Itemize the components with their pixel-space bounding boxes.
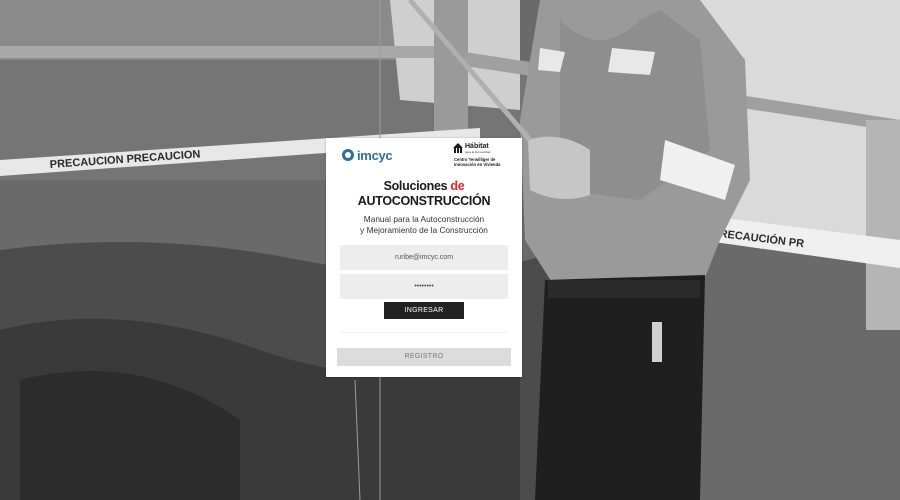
habitat-house-icon [453,143,463,153]
divider [340,332,508,333]
habitat-logo-name: Hábitat [465,143,489,150]
subtitle-line-1: Manual para la Autoconstrucción [363,214,485,224]
email-field[interactable]: ruribe@imcyc.com [340,245,508,270]
logo-bar: imcyc Hábitat para la Humanidad Centro T… [326,138,522,174]
habitat-logo-subtitle: para la Humanidad [465,150,491,154]
page-subtitle: Manual para la Autoconstrucción y Mejora… [326,214,522,236]
title-accent: de [450,179,465,193]
title-line-1: Soluciones de [326,179,522,194]
habitat-center-line-2: Innovación en Vivienda [454,162,501,167]
register-button[interactable]: REGISTRO [337,348,511,366]
imcyc-logo-text: imcyc [357,147,393,163]
login-button[interactable]: INGRESAR [384,302,464,319]
page-title: Soluciones de AUTOCONSTRUCCIÓN [326,179,522,209]
login-card: imcyc Hábitat para la Humanidad Centro T… [326,138,522,377]
habitat-logo: Hábitat para la Humanidad Centro Terwill… [452,142,512,170]
habitat-center-name: Centro Terwilliger de Innovación en Vivi… [454,157,500,167]
imcyc-logo-icon [342,149,354,161]
imcyc-logo: imcyc [342,146,393,164]
password-field[interactable]: •••••••• [340,274,508,299]
subtitle-line-2: y Mejoramiento de la Construcción [360,225,488,235]
title-prefix: Soluciones [383,179,451,193]
title-line-2: AUTOCONSTRUCCIÓN [357,194,491,208]
